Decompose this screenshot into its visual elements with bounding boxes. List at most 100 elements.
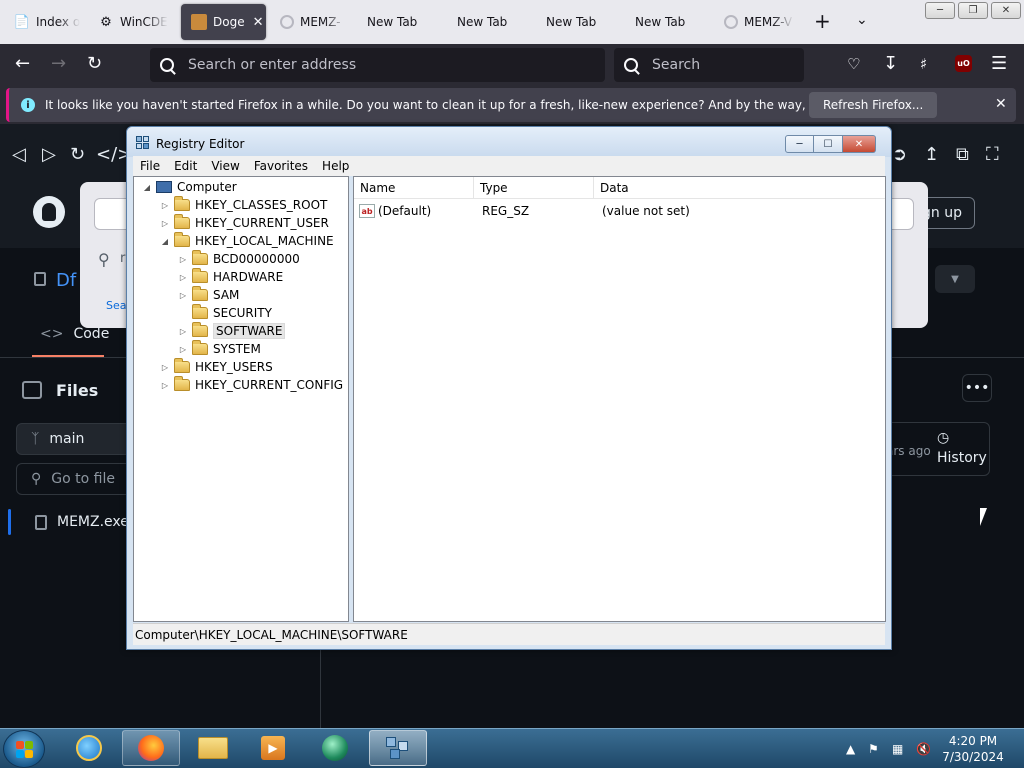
tree-node-hkcc[interactable]: ▷ HKEY_CURRENT_CONFIG [160,376,343,394]
tab-memz[interactable]: MEMZ- [270,4,346,40]
expand-triangle-icon[interactable]: ▷ [178,345,188,354]
tree-node-hku[interactable]: ▷ HKEY_USERS [160,358,273,376]
expand-triangle-icon[interactable]: ▷ [160,363,170,372]
share-icon[interactable]: ➲ [892,144,907,165]
tab-code[interactable]: <> Code [40,326,109,342]
chevron-down-icon[interactable]: ⌄ [856,12,868,28]
repo-name[interactable]: Df [56,270,76,291]
tab-new-2[interactable]: New Tab [447,4,527,40]
tree-label: HARDWARE [213,270,284,284]
tab-doge[interactable]: Doge ✕ [181,4,266,40]
file-tree-item[interactable]: MEMZ.exe [8,509,138,535]
extensions-icon[interactable]: ♯ [920,54,927,74]
registry-tree[interactable]: ◢ Computer ▷ HKEY_CLASSES_ROOT ▷ HKEY_CU… [133,176,349,622]
new-tab-plus-icon[interactable]: + [814,10,831,32]
column-header-type[interactable]: Type [474,177,594,199]
taskbar-clock[interactable]: 4:20 PM 7/30/2024 [930,733,1016,765]
ellipsis-icon: ••• [964,380,990,396]
taskbar-orb-app[interactable] [306,730,364,766]
back-arrow-icon[interactable]: ← [15,54,30,74]
tab-wincde[interactable]: ⚙ WinCDE [88,4,168,40]
reload-icon[interactable]: ↻ [87,54,102,74]
maximize-icon[interactable]: ❐ [958,2,988,19]
branch-selector[interactable]: ᛉ main [16,423,136,455]
tree-node-sam[interactable]: ▷ SAM [178,286,239,304]
reload-icon[interactable]: ↻ [70,144,85,165]
volume-muted-icon[interactable]: 🔇 [916,742,931,756]
list-item[interactable]: ab (Default) REG_SZ (value not set) [354,202,690,220]
github-logo-icon[interactable] [33,196,65,228]
tree-node-bcd[interactable]: ▷ BCD00000000 [178,250,300,268]
tree-node-hkcu[interactable]: ▷ HKEY_CURRENT_USER [160,214,329,232]
column-header-name[interactable]: Name [354,177,474,199]
tab-new-1[interactable]: New Tab [357,4,437,40]
collapse-triangle-icon[interactable]: ◢ [160,237,170,246]
taskbar-file-explorer[interactable] [184,730,242,766]
sidebar-toggle-icon[interactable] [22,381,42,399]
show-hidden-icons-icon[interactable]: ▲ [846,742,855,756]
registry-values-list[interactable]: Name Type Data ab (Default) REG_SZ (valu… [353,176,886,622]
tab-memz-v[interactable]: MEMZ-V [714,4,794,40]
arrow-up-icon[interactable]: ↥ [924,144,939,165]
tree-node-hardware[interactable]: ▷ HARDWARE [178,268,283,286]
close-tab-icon[interactable]: ✕ [253,15,264,30]
menu-favorites[interactable]: Favorites [247,159,315,173]
go-to-file-input[interactable]: ⚲ Go to file [16,463,136,495]
expand-triangle-icon[interactable]: ▷ [178,255,188,264]
tree-node-computer[interactable]: ◢ Computer [142,178,237,196]
url-bar[interactable]: Search or enter address [150,48,605,82]
taskbar-firefox[interactable] [122,730,180,766]
close-icon[interactable]: ✕ [995,96,1007,112]
expand-triangle-icon[interactable]: ▷ [178,273,188,282]
hamburger-menu-icon[interactable]: ☰ [991,54,1007,74]
search-link[interactable]: Sea [106,299,127,312]
open-external-icon[interactable]: ⧉ [956,144,969,165]
taskbar-media-player[interactable]: ▶ [244,730,302,766]
refresh-firefox-button[interactable]: Refresh Firefox... [809,92,938,118]
history-clock-icon: ◷ [937,430,950,446]
taskbar-internet-explorer[interactable] [60,730,118,766]
tab-index-of[interactable]: 📄 Index of [4,4,80,40]
expand-triangle-icon[interactable]: ▷ [160,381,170,390]
menu-file[interactable]: File [133,159,167,173]
folder-icon [192,322,208,337]
tree-node-security[interactable]: SECURITY [178,304,272,322]
network-icon[interactable]: ▦ [892,742,903,756]
close-window-icon[interactable]: ✕ [991,2,1021,19]
expand-triangle-icon[interactable]: ▷ [178,291,188,300]
downloads-icon[interactable]: ↧ [883,54,898,74]
tree-node-hklm[interactable]: ◢ HKEY_LOCAL_MACHINE [160,232,334,250]
triangle-left-icon[interactable]: ◁ [12,144,26,165]
start-button[interactable] [3,730,45,768]
minimize-icon[interactable]: ─ [925,2,955,19]
action-center-flag-icon[interactable]: ⚑ [868,742,879,756]
column-header-data[interactable]: Data [594,177,885,199]
menu-help[interactable]: Help [315,159,356,173]
collapse-triangle-icon[interactable]: ◢ [142,183,152,192]
search-bar[interactable]: Search [614,48,804,82]
maximize-icon[interactable]: ☐ [814,135,843,153]
regedit-titlebar[interactable]: Registry Editor ─ ☐ ✕ [127,127,891,157]
taskbar-regedit[interactable] [369,730,427,766]
expand-triangle-icon[interactable]: ▷ [178,327,188,336]
tab-new-3[interactable]: New Tab [536,4,616,40]
pocket-icon[interactable]: ♡ [847,54,860,74]
close-icon[interactable]: ✕ [843,135,876,153]
loading-icon [724,15,738,29]
more-options-button[interactable]: ••• [962,374,992,402]
ublock-origin-icon[interactable]: uO [955,55,972,72]
tree-node-hkcr[interactable]: ▷ HKEY_CLASSES_ROOT [160,196,327,214]
expand-triangle-icon[interactable]: ▷ [160,219,170,228]
fullscreen-icon[interactable]: ⛶ [986,144,999,165]
minimize-icon[interactable]: ─ [785,135,814,153]
tree-node-system[interactable]: ▷ SYSTEM [178,340,261,358]
expand-triangle-icon[interactable]: ▷ [160,201,170,210]
forward-arrow-icon[interactable]: → [51,54,66,74]
menu-edit[interactable]: Edit [167,159,204,173]
tree-node-software[interactable]: ▷ SOFTWARE [178,322,286,340]
tab-new-4[interactable]: New Tab [625,4,705,40]
triangle-right-icon[interactable]: ▷ [42,144,56,165]
menu-view[interactable]: View [204,159,246,173]
repo-dropdown[interactable]: ▼ [935,265,975,293]
folder-icon [192,250,208,265]
